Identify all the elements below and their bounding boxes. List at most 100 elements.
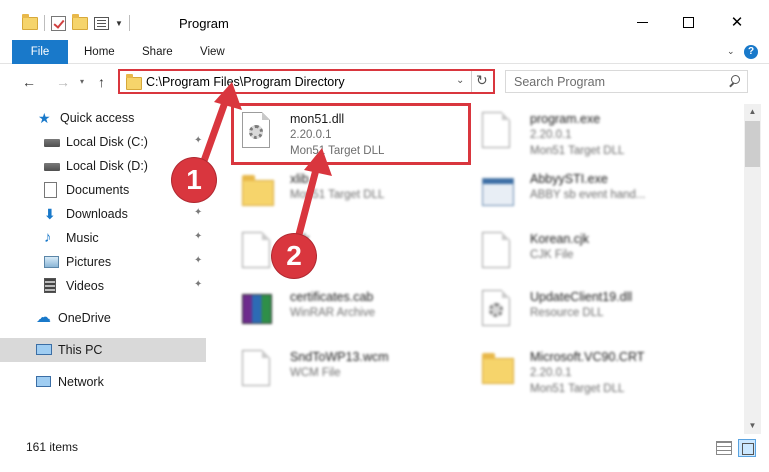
window-title: Program bbox=[179, 16, 229, 31]
sidebar-item-label: Downloads bbox=[66, 207, 128, 221]
address-bar[interactable]: C:\Program Files\Program Directory ⌄ ↻ bbox=[118, 69, 495, 94]
sidebar-item-pictures[interactable]: Pictures ✦ bbox=[0, 250, 206, 274]
file-item[interactable]: program.exe 2.20.0.1 Mon51 Target DLL bbox=[474, 106, 719, 158]
file-name: certificates.cab bbox=[290, 290, 374, 304]
pin-icon: ✦ bbox=[194, 231, 203, 242]
file-item[interactable]: AbbyySTI.exe ABBY sb event hand... bbox=[474, 166, 719, 218]
forward-button[interactable]: → bbox=[56, 70, 70, 94]
file-icon bbox=[482, 232, 514, 270]
up-button[interactable]: ↑ bbox=[98, 70, 105, 94]
file-item[interactable]: ...jk bbox=[234, 226, 479, 278]
navigation-bar: ← → ▾ ↑ C:\Program Files\Program Directo… bbox=[0, 65, 769, 99]
maximize-button[interactable] bbox=[668, 8, 708, 36]
file-icon bbox=[242, 232, 274, 270]
file-detail: Resource DLL bbox=[530, 307, 604, 319]
file-detail: WinRAR Archive bbox=[290, 307, 375, 319]
file-item[interactable]: certificates.cab WinRAR Archive bbox=[234, 284, 479, 336]
file-detail: CJK File bbox=[530, 249, 574, 261]
address-dropdown-icon[interactable]: ⌄ bbox=[456, 75, 464, 86]
search-icon[interactable] bbox=[729, 75, 740, 86]
sidebar-item-label: This PC bbox=[58, 343, 103, 357]
sidebar-item-this-pc[interactable]: This PC bbox=[0, 338, 206, 362]
vertical-scrollbar[interactable]: ▲ ▼ bbox=[744, 104, 761, 434]
back-button[interactable]: ← bbox=[22, 70, 36, 94]
sidebar-item-onedrive[interactable]: ☁ OneDrive bbox=[0, 306, 206, 330]
toolbar-divider bbox=[44, 15, 45, 31]
file-item[interactable]: SndToWP13.wcm WCM File bbox=[234, 344, 479, 396]
file-detail: WCM File bbox=[290, 367, 341, 379]
sidebar-item-music[interactable]: ♪ Music ✦ bbox=[0, 226, 206, 250]
new-folder-icon[interactable] bbox=[72, 13, 88, 30]
videos-icon bbox=[44, 278, 60, 294]
file-detail: 2.20.0.1 bbox=[530, 367, 572, 379]
toolbar-divider bbox=[128, 15, 130, 31]
file-name: Korean.cjk bbox=[530, 232, 590, 246]
sidebar-item-label: Local Disk (D:) bbox=[66, 159, 148, 173]
file-name: mon51.dll bbox=[290, 112, 345, 126]
file-detail: Mon51 Target DLL bbox=[530, 145, 625, 157]
chevron-down-icon[interactable]: ▼ bbox=[115, 19, 123, 28]
customize-icon[interactable] bbox=[94, 16, 109, 30]
scroll-down-icon[interactable]: ▼ bbox=[744, 418, 761, 434]
file-item-mon51-dll[interactable]: mon51.dll 2.20.0.1 Mon51 Target DLL bbox=[231, 103, 471, 165]
file-name: program.exe bbox=[530, 112, 601, 126]
file-item[interactable]: UpdateClient19.dll Resource DLL bbox=[474, 284, 719, 336]
tab-file[interactable]: File bbox=[12, 40, 68, 64]
details-view-icon[interactable] bbox=[716, 441, 732, 455]
sidebar-item-videos[interactable]: Videos ✦ bbox=[0, 274, 206, 298]
tab-share[interactable]: Share bbox=[142, 40, 173, 64]
file-detail: Mon51 Target DLL bbox=[530, 383, 625, 395]
help-icon[interactable]: ? bbox=[744, 45, 758, 59]
sidebar-item-downloads[interactable]: ⬇ Downloads ✦ bbox=[0, 202, 206, 226]
address-divider bbox=[471, 71, 472, 92]
folder-icon bbox=[482, 350, 514, 388]
close-icon: ✕ bbox=[730, 14, 744, 31]
minimize-button[interactable] bbox=[622, 8, 662, 36]
file-detail: 2.20.0.1 bbox=[530, 129, 572, 141]
scroll-up-icon[interactable]: ▲ bbox=[744, 104, 761, 120]
search-placeholder: Search Program bbox=[514, 75, 606, 89]
recent-locations-icon[interactable]: ▾ bbox=[80, 70, 84, 94]
properties-check-icon[interactable] bbox=[51, 15, 66, 31]
pictures-icon bbox=[44, 254, 60, 270]
ribbon-tabs: File Home Share View bbox=[0, 40, 769, 64]
pin-icon: ✦ bbox=[194, 255, 203, 266]
application-icon bbox=[482, 112, 514, 150]
scroll-thumb[interactable] bbox=[745, 121, 760, 167]
sidebar-item-label: Documents bbox=[66, 183, 130, 197]
tab-view[interactable]: View bbox=[200, 40, 225, 64]
download-icon: ⬇ bbox=[44, 206, 56, 222]
maximize-icon bbox=[682, 16, 694, 28]
step-badge-2: 2 bbox=[272, 234, 316, 278]
sidebar-item-label: Pictures bbox=[66, 255, 112, 269]
music-icon: ♪ bbox=[44, 229, 52, 246]
close-button[interactable]: ✕ bbox=[717, 8, 757, 36]
sidebar-item-network[interactable]: Network bbox=[0, 370, 206, 394]
application-icon bbox=[482, 172, 514, 210]
quick-access-toolbar: ▼ bbox=[22, 13, 130, 31]
sidebar-item-label: Quick access bbox=[60, 111, 135, 125]
file-name: SndToWP13.wcm bbox=[290, 350, 389, 364]
expand-ribbon-icon[interactable]: ⌄ bbox=[727, 46, 735, 57]
network-icon bbox=[36, 374, 52, 390]
computer-icon bbox=[36, 342, 52, 358]
disk-icon bbox=[44, 158, 60, 174]
file-item[interactable]: Korean.cjk CJK File bbox=[474, 226, 719, 278]
large-icons-view-icon[interactable] bbox=[738, 439, 756, 457]
file-detail: ABBY sb event hand... bbox=[530, 189, 646, 201]
sidebar-item-quick-access[interactable]: ★ Quick access bbox=[0, 106, 206, 130]
file-item[interactable]: xlib Mon51 Target DLL bbox=[234, 166, 479, 218]
search-input[interactable]: Search Program bbox=[505, 70, 748, 93]
refresh-icon[interactable]: ↻ bbox=[476, 72, 488, 89]
file-item[interactable]: Microsoft.VC90.CRT 2.20.0.1 Mon51 Target… bbox=[474, 344, 719, 396]
file-name: UpdateClient19.dll bbox=[530, 290, 633, 304]
disk-icon bbox=[44, 134, 60, 150]
navigation-pane: ★ Quick access Local Disk (C:) ✦ Local D… bbox=[0, 104, 210, 434]
tab-home[interactable]: Home bbox=[84, 40, 115, 64]
sidebar-item-local-disk-c[interactable]: Local Disk (C:) ✦ bbox=[0, 130, 206, 154]
cloud-icon: ☁ bbox=[36, 309, 51, 326]
sidebar-item-label: Music bbox=[66, 231, 99, 245]
file-name: Microsoft.VC90.CRT bbox=[530, 350, 645, 364]
dll-file-icon bbox=[482, 290, 514, 328]
status-bar: 161 items bbox=[0, 434, 769, 472]
